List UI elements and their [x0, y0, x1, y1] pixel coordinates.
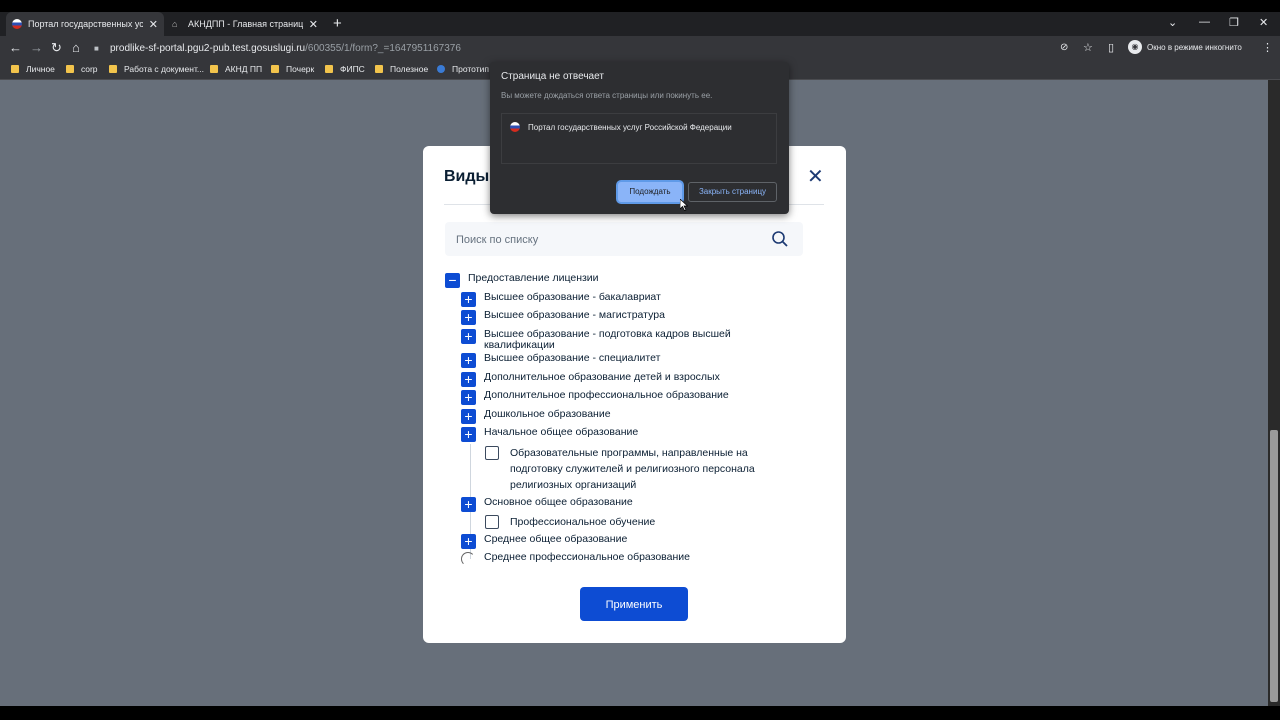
search-icon[interactable]: [771, 230, 789, 248]
new-tab-icon[interactable]: +: [333, 15, 342, 33]
tree-item[interactable]: + Высшее образование - бакалавриат: [461, 292, 661, 307]
folder-icon: [210, 65, 218, 73]
browser-toolbar: ← → ↻ ⌂ ■ prodlike-sf-portal.pgu2-pub.te…: [0, 36, 1280, 60]
tab-strip: Портал государственных услуг Р ✕ ⌂ АКНДП…: [0, 12, 1280, 36]
search-box: [445, 222, 803, 258]
tree-item[interactable]: + Основное общее образование: [461, 497, 633, 512]
tab-gosuslugi[interactable]: Портал государственных услуг Р ✕: [6, 12, 164, 36]
star-icon[interactable]: ☆: [1083, 40, 1093, 56]
checkbox[interactable]: [485, 515, 499, 529]
folder-icon: [325, 65, 333, 73]
expand-icon[interactable]: +: [461, 353, 476, 368]
tree-item[interactable]: + Высшее образование - магистратура: [461, 310, 665, 325]
tab-title: Портал государственных услуг Р: [28, 19, 143, 29]
checkbox[interactable]: [485, 446, 499, 460]
bookmark-item[interactable]: Полезное: [375, 64, 428, 74]
expand-icon[interactable]: +: [461, 372, 476, 387]
tree-item[interactable]: + Дошкольное образование: [461, 409, 611, 424]
gosuslugi-favicon-icon: [12, 19, 22, 29]
folder-icon: [109, 65, 117, 73]
bookmark-item[interactable]: Почерк: [271, 64, 314, 74]
tree-item-checkbox[interactable]: Образовательные программы, направленные …: [485, 446, 775, 493]
bookmark-item[interactable]: Работа с документ...: [109, 64, 204, 74]
tree-item[interactable]: Среднее профессиональное образование: [461, 552, 690, 566]
incognito-indicator[interactable]: ◉ Окно в режиме инкогнито: [1128, 40, 1242, 54]
loading-spinner-icon: [461, 552, 475, 566]
home-icon[interactable]: ⌂: [72, 40, 80, 56]
folder-icon: [11, 65, 19, 73]
folder-icon: [66, 65, 74, 73]
tree-item[interactable]: + Высшее образование - подготовка кадров…: [461, 329, 761, 350]
restore-icon[interactable]: ❐: [1229, 16, 1239, 29]
chevron-down-icon[interactable]: ⌄: [1168, 16, 1177, 29]
expand-icon[interactable]: +: [461, 390, 476, 405]
expand-icon[interactable]: +: [461, 497, 476, 512]
apply-button[interactable]: Применить: [580, 587, 688, 621]
close-icon[interactable]: ✕: [807, 166, 824, 188]
close-window-icon[interactable]: ✕: [1259, 16, 1268, 29]
forward-icon[interactable]: →: [30, 40, 43, 56]
incognito-label: Окно в режиме инкогнито: [1147, 42, 1242, 52]
bookmark-item[interactable]: ФИПС: [325, 64, 365, 74]
taskbar-strip: [0, 706, 1280, 720]
address-bar[interactable]: ■ prodlike-sf-portal.pgu2-pub.test.gosus…: [94, 39, 1024, 57]
sidepanel-icon[interactable]: ▯: [1108, 40, 1114, 56]
dialog-title: Страница не отвечает: [501, 71, 604, 82]
list-item: Портал государственных услуг Российской …: [510, 122, 732, 132]
bank-favicon-icon: ⌂: [172, 19, 178, 29]
tree-item-license[interactable]: − Предоставление лицензии: [445, 273, 599, 288]
expand-icon[interactable]: +: [461, 310, 476, 325]
close-tab-icon[interactable]: ✕: [149, 18, 158, 31]
tree-item[interactable]: + Дополнительное образование детей и взр…: [461, 372, 720, 387]
tab-akndpp[interactable]: ⌂ АКНДПП - Главная страница ✕: [166, 12, 324, 36]
scrollbar-thumb[interactable]: [1270, 430, 1278, 702]
gosuslugi-favicon-icon: [510, 122, 520, 132]
folder-icon: [271, 65, 279, 73]
tab-title: АКНДПП - Главная страница: [188, 19, 303, 29]
close-page-button[interactable]: Закрыть страницу: [688, 182, 777, 202]
dialog-text: Вы можете дождаться ответа страницы или …: [501, 91, 713, 100]
page-scrollbar[interactable]: [1268, 80, 1280, 706]
page-unresponsive-dialog: Страница не отвечает Вы можете дождаться…: [490, 62, 789, 214]
tree-item[interactable]: + Высшее образование - специалитет: [461, 353, 660, 368]
expand-icon[interactable]: +: [461, 329, 476, 344]
expand-icon[interactable]: +: [461, 534, 476, 549]
bookmark-item[interactable]: АКНД ПП: [210, 64, 262, 74]
tree-item[interactable]: + Дополнительное профессиональное образо…: [461, 390, 729, 405]
eye-off-icon[interactable]: ⊘: [1060, 40, 1068, 56]
reload-icon[interactable]: ↻: [51, 40, 62, 56]
url-path: /600355/1/form?_=1647951167376: [305, 42, 461, 54]
bookmark-item[interactable]: Личное: [11, 64, 55, 74]
close-tab-icon[interactable]: ✕: [309, 18, 318, 31]
expand-icon[interactable]: +: [461, 427, 476, 442]
lock-icon: ■: [94, 43, 99, 53]
back-icon[interactable]: ←: [9, 40, 22, 56]
tree-item[interactable]: + Среднее общее образование: [461, 534, 627, 549]
types-modal: Виды ✕ − Предоставление лицензии + Высше…: [423, 146, 846, 643]
tree-item[interactable]: + Начальное общее образование: [461, 427, 638, 442]
unresponsive-page-list: Портал государственных услуг Российской …: [501, 113, 777, 164]
expand-icon[interactable]: +: [461, 292, 476, 307]
search-input[interactable]: [445, 222, 768, 258]
menu-icon[interactable]: ⋮: [1262, 40, 1273, 56]
wait-button[interactable]: Подождать: [618, 182, 682, 202]
expand-icon[interactable]: +: [461, 409, 476, 424]
folder-icon: [375, 65, 383, 73]
url-host: prodlike-sf-portal.pgu2-pub.test.gosuslu…: [110, 42, 306, 54]
minimize-icon[interactable]: —: [1199, 16, 1210, 28]
bookmark-item[interactable]: corp: [66, 64, 98, 74]
tree-item-checkbox[interactable]: Профессиональное обучение: [485, 515, 655, 529]
prototype-icon: [437, 65, 445, 73]
collapse-icon[interactable]: −: [445, 273, 460, 288]
bookmark-item[interactable]: Прототип: [437, 64, 489, 74]
incognito-icon: ◉: [1128, 40, 1142, 54]
mouse-cursor-icon: [680, 199, 688, 211]
modal-title: Виды: [444, 168, 490, 185]
